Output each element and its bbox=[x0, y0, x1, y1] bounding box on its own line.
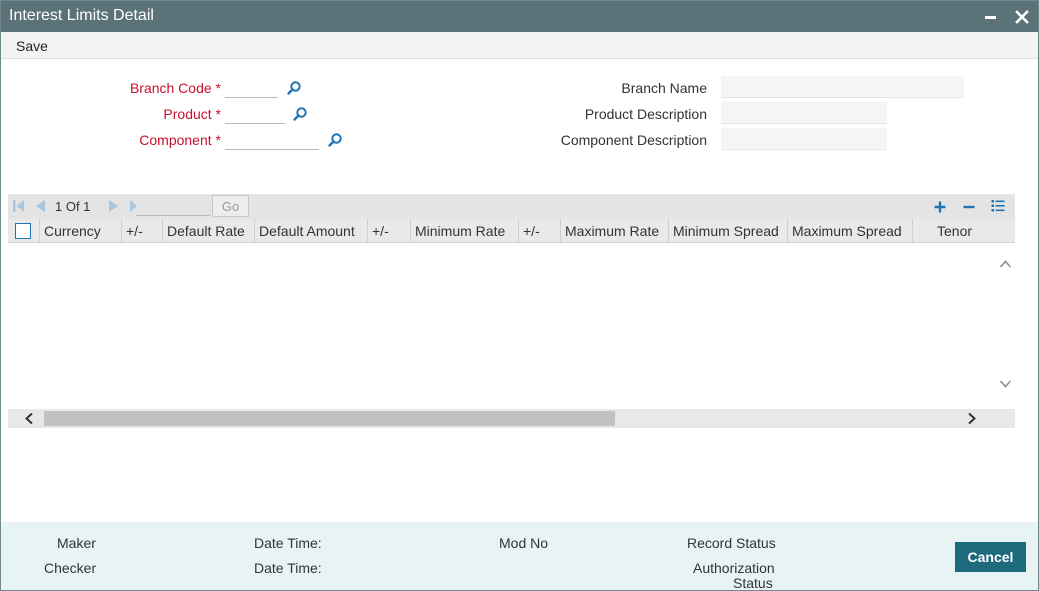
interest-limits-window: Interest Limits Detail Save Branch Code … bbox=[0, 0, 1039, 591]
branch-name-label: Branch Name bbox=[621, 80, 707, 96]
component-description-field bbox=[721, 128, 887, 150]
branch-code-label-text: Branch Code bbox=[129, 80, 212, 96]
close-button[interactable] bbox=[1012, 5, 1032, 27]
column-default-rate[interactable]: Default Rate bbox=[163, 219, 255, 243]
go-button[interactable]: Go bbox=[212, 195, 249, 217]
component-label-text: Component bbox=[139, 132, 212, 148]
scroll-down-icon[interactable] bbox=[999, 379, 1012, 389]
checker-date-time-label: Date Time: bbox=[254, 560, 322, 576]
product-search-icon[interactable] bbox=[292, 106, 308, 122]
grid-body bbox=[8, 243, 996, 409]
column-maximum-rate[interactable]: Maximum Rate bbox=[561, 219, 669, 243]
window-title: Interest Limits Detail bbox=[9, 7, 154, 24]
branch-code-label: Branch Code * bbox=[130, 80, 221, 96]
required-asterisk: * bbox=[215, 80, 221, 96]
scroll-right-icon[interactable] bbox=[967, 412, 977, 425]
required-asterisk: * bbox=[215, 106, 221, 122]
product-description-field bbox=[721, 102, 887, 124]
branch-name-field bbox=[721, 76, 964, 98]
record-status-label: Record Status bbox=[687, 535, 776, 551]
select-all-column bbox=[8, 219, 40, 243]
maker-date-time-label: Date Time: bbox=[254, 535, 322, 551]
grid-toolbar: 1 Of 1 Go bbox=[8, 194, 1015, 219]
interest-limits-grid: 1 Of 1 Go Currency +/- Default Rate Defa… bbox=[8, 194, 1015, 428]
component-input[interactable] bbox=[225, 128, 319, 150]
minimize-button[interactable] bbox=[981, 5, 1001, 27]
save-button[interactable]: Save bbox=[16, 38, 48, 54]
cancel-button[interactable]: Cancel bbox=[955, 542, 1026, 572]
select-all-checkbox[interactable] bbox=[15, 223, 31, 239]
branch-code-search-icon[interactable] bbox=[286, 80, 302, 96]
product-label-text: Product bbox=[163, 106, 212, 122]
grid-header: Currency +/- Default Rate Default Amount… bbox=[8, 219, 1015, 243]
column-currency-sign[interactable]: +/- bbox=[122, 219, 163, 243]
scroll-up-icon[interactable] bbox=[999, 259, 1012, 269]
required-asterisk: * bbox=[215, 132, 221, 148]
close-icon bbox=[1015, 10, 1029, 24]
column-default-sign[interactable]: +/- bbox=[368, 219, 411, 243]
minus-icon[interactable] bbox=[962, 200, 976, 214]
component-description-label: Component Description bbox=[560, 132, 707, 148]
horizontal-scrollbar[interactable] bbox=[8, 409, 1015, 428]
checker-label: Checker bbox=[44, 560, 97, 576]
branch-code-input[interactable] bbox=[225, 76, 278, 98]
authorization-status-label-line1: Authorization bbox=[693, 560, 775, 576]
vertical-scrollbar[interactable] bbox=[996, 243, 1015, 409]
column-minimum-spread[interactable]: Minimum Spread bbox=[669, 219, 788, 243]
authorization-status-label-line2: Status bbox=[733, 575, 773, 591]
plus-icon[interactable] bbox=[933, 200, 947, 214]
mod-no-label: Mod No bbox=[499, 535, 549, 551]
page-number-input[interactable] bbox=[136, 197, 210, 216]
column-default-amount[interactable]: Default Amount bbox=[255, 219, 368, 243]
product-input[interactable] bbox=[225, 102, 285, 124]
previous-page-icon[interactable] bbox=[34, 199, 46, 213]
title-bar: Interest Limits Detail bbox=[1, 1, 1038, 32]
product-label: Product * bbox=[163, 106, 221, 122]
first-page-icon[interactable] bbox=[13, 199, 25, 213]
column-tenor[interactable]: Tenor bbox=[913, 219, 1015, 243]
menu-bar: Save bbox=[1, 32, 1038, 59]
pager-text: 1 Of 1 bbox=[55, 199, 91, 214]
column-maximum-spread[interactable]: Maximum Spread bbox=[788, 219, 913, 243]
column-minimum-rate[interactable]: Minimum Rate bbox=[411, 219, 519, 243]
minimize-icon bbox=[985, 16, 996, 19]
scroll-left-icon[interactable] bbox=[24, 412, 34, 425]
component-label: Component * bbox=[139, 132, 221, 148]
column-minimum-sign[interactable]: +/- bbox=[519, 219, 561, 243]
product-description-label: Product Description bbox=[584, 106, 707, 122]
audit-footer: Maker Checker Date Time: Date Time: Mod … bbox=[1, 522, 1038, 591]
next-page-icon[interactable] bbox=[108, 199, 120, 213]
list-view-icon[interactable] bbox=[991, 199, 1005, 213]
component-search-icon[interactable] bbox=[327, 132, 343, 148]
maker-label: Maker bbox=[57, 535, 96, 551]
column-currency[interactable]: Currency bbox=[40, 219, 122, 243]
horizontal-scroll-thumb[interactable] bbox=[44, 411, 615, 426]
